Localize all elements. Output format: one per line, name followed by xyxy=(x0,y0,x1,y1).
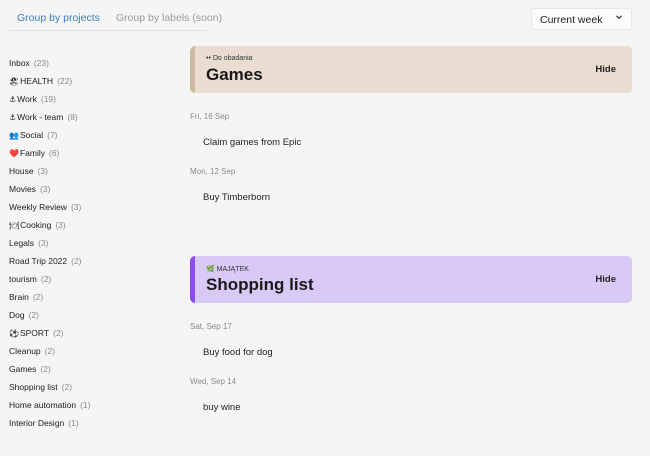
project-name: Family xyxy=(19,148,45,158)
project-task-count: (6) xyxy=(49,148,60,158)
project-list: Inbox (23) 🏖HEALTH (22) ⚓Work (19) ⚓Work - tea… xyxy=(9,57,179,441)
project-task-count: (2) xyxy=(40,274,52,284)
project-task-count: (3) xyxy=(38,238,49,248)
chevron-down-icon xyxy=(615,13,623,23)
project-card-title: Games xyxy=(206,65,263,84)
project-task-count: (2) xyxy=(40,364,51,374)
project-name: Work - team xyxy=(17,112,64,122)
project-emoji-icon: 🍽 xyxy=(9,221,20,230)
project-list-item[interactable]: ⚓Work (19) xyxy=(9,93,179,111)
project-name: Work xyxy=(17,94,37,104)
project-task-count: (1) xyxy=(68,418,79,428)
project-task-count: (2) xyxy=(61,382,73,392)
task-item[interactable]: Buy food for dog xyxy=(203,347,273,358)
project-task-count: (22) xyxy=(57,76,73,86)
project-list-item[interactable]: 👥Social (7) xyxy=(9,129,179,147)
project-list-item[interactable]: Road Trip 2022 (2) xyxy=(9,255,179,273)
project-name: tourism xyxy=(9,274,37,284)
project-emoji-icon: ⚓ xyxy=(9,95,17,104)
project-name: Movies xyxy=(9,184,36,194)
task-item[interactable]: Buy Timberborn xyxy=(203,192,270,203)
project-task-count: (2) xyxy=(28,310,39,320)
project-card-subtitle: •• Do obadania xyxy=(206,55,253,62)
project-name: Brain xyxy=(9,292,29,302)
project-name: Cooking xyxy=(20,220,52,230)
project-name: House xyxy=(9,166,34,176)
project-name: Inbox xyxy=(9,58,30,68)
project-emoji-icon: 🏖 xyxy=(9,77,20,86)
project-list-item[interactable]: 🏖HEALTH (22) xyxy=(9,75,179,93)
project-list-item[interactable]: 🍽Cooking (3) xyxy=(9,219,179,237)
project-task-count: (2) xyxy=(71,256,82,266)
task-date: Wed, Sep 14 xyxy=(190,377,237,386)
project-task-count: (2) xyxy=(44,346,56,356)
project-card-subtitle: 🌿 MAJĄTEK xyxy=(206,266,249,273)
project-emoji-icon: ❤️ xyxy=(9,149,19,158)
group-tabs: Group by projects Group by labels (soon) xyxy=(9,5,230,31)
project-emoji-icon: ⚽ xyxy=(9,329,19,338)
project-list-item[interactable]: Movies (3) xyxy=(9,183,179,201)
project-task-count: (7) xyxy=(47,130,58,140)
project-task-count: (8) xyxy=(67,112,78,122)
task-item[interactable]: buy wine xyxy=(203,402,241,413)
project-list-item[interactable]: Shopping list (2) xyxy=(9,381,179,399)
project-name: Shopping list xyxy=(9,382,58,392)
tab-group-by-projects[interactable]: Group by projects xyxy=(9,5,108,31)
project-list-item[interactable]: ❤️Family (6) xyxy=(9,147,179,165)
project-list-item[interactable]: tourism (2) xyxy=(9,273,179,291)
tabs-divider xyxy=(9,30,207,31)
project-name: Games xyxy=(9,364,37,374)
project-emoji-icon: 👥 xyxy=(9,131,19,140)
project-task-count: (1) xyxy=(80,400,91,410)
project-task-count: (3) xyxy=(39,184,51,194)
hide-button[interactable]: Hide xyxy=(595,274,616,285)
project-task-count: (19) xyxy=(40,94,56,104)
project-name: Home automation xyxy=(9,400,77,410)
project-list-item[interactable]: Brain (2) xyxy=(9,291,179,309)
project-task-count: (2) xyxy=(32,292,44,302)
project-list-item[interactable]: ⚽SPORT (2) xyxy=(9,327,179,345)
project-name: HEALTH xyxy=(20,76,54,86)
project-card-shopping-list: 🌿 MAJĄTEK Shopping list Hide xyxy=(190,256,632,303)
project-list-item[interactable]: Inbox (23) xyxy=(9,57,179,75)
task-date: Sat, Sep 17 xyxy=(190,322,232,331)
project-task-count: (2) xyxy=(53,328,64,338)
task-item[interactable]: Claim games from Epic xyxy=(203,137,301,148)
project-task-count: (23) xyxy=(33,58,49,68)
project-name: Interior Design xyxy=(9,418,65,428)
project-list-item[interactable]: House (3) xyxy=(9,165,179,183)
period-select[interactable]: Current week xyxy=(531,8,632,30)
project-card-title: Shopping list xyxy=(206,275,314,294)
tab-group-by-labels[interactable]: Group by labels (soon) xyxy=(108,5,230,31)
project-name: SPORT xyxy=(19,328,50,338)
project-list-item[interactable]: Interior Design (1) xyxy=(9,417,179,435)
task-date: Mon, 12 Sep xyxy=(190,167,236,176)
project-list-item[interactable]: Legals (3) xyxy=(9,237,179,255)
period-select-value: Current week xyxy=(540,14,603,26)
project-emoji-icon: ⚓ xyxy=(9,113,17,122)
project-name: Dog xyxy=(9,310,25,320)
project-name: Social xyxy=(19,130,44,140)
project-name: Legals xyxy=(9,238,35,248)
project-task-count: (3) xyxy=(55,220,66,230)
hide-button[interactable]: Hide xyxy=(595,64,616,75)
project-list-item[interactable]: Weekly Review (3) xyxy=(9,201,179,219)
project-name: Cleanup xyxy=(9,346,41,356)
project-name: Weekly Review xyxy=(9,202,67,212)
project-task-count: (3) xyxy=(37,166,48,176)
project-list-item[interactable]: Cleanup (2) xyxy=(9,345,179,363)
project-list-item[interactable]: Dog (2) xyxy=(9,309,179,327)
task-date: Fri, 16 Sep xyxy=(190,112,230,121)
project-task-count: (3) xyxy=(70,202,82,212)
project-list-item[interactable]: Games (2) xyxy=(9,363,179,381)
project-card-games: •• Do obadania Games Hide xyxy=(190,46,632,93)
project-name: Road Trip 2022 xyxy=(9,256,68,266)
project-list-item[interactable]: ⚓Work - team (8) xyxy=(9,111,179,129)
project-list-item[interactable]: Home automation (1) xyxy=(9,399,179,417)
